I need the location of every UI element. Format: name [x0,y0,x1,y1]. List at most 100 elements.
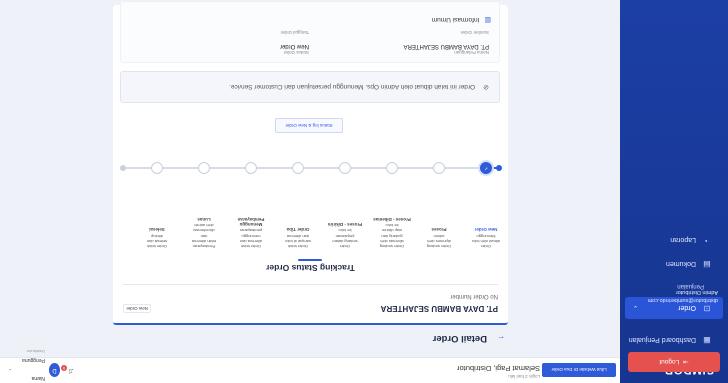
track-line [126,167,486,169]
tracking-step-desc: dibuat oleh toko [471,238,501,244]
last-login: Login 3 hari lalu [508,374,540,379]
tracking-step-desc: perjalanan [335,233,355,239]
tracking-step-desc: Order [339,244,351,249]
tracking-step-desc: ke toko [385,223,399,229]
track-end-dot [120,165,126,171]
status-badge: New Order [123,304,151,313]
sidebar-item-label: Dokumen [666,260,696,268]
tracking-step-desc: dikemas oleh [380,238,404,244]
tracking-step-desc: sedang dalam [332,238,358,244]
tracking-step-desc: pembayaran [239,228,263,234]
step-node [433,162,445,174]
logout-button[interactable]: ⇥ Logout [628,352,720,372]
tracking-step-name: Order Tiba [286,227,310,233]
logout-icon: ⇥ [683,358,689,365]
order-notice: ⊘ Order ini telah dibuat oleh Admin Ops.… [120,71,500,103]
step-node [198,162,210,174]
profile-name: Nama Pengguna [22,357,45,382]
tracking-stepper: Order dibuat oleh toko Menunggu New Order ✓ O… [120,143,502,253]
tracking-step-desc: dikonfirmasi [193,228,215,234]
tracking-step-name: Proses - Dikirim [327,222,363,228]
chevron-down-icon: ⌄ [633,304,639,311]
tracking-step-label: Order telah sampai di toko dan diterima Ord… [275,227,321,249]
tracking-step-desc: gudang dan [381,233,403,239]
tracking-step-desc: Order telah [288,244,309,249]
tracking-step-label: Order sedang dalam perjalanan ke toko Proses… [322,222,368,249]
tracking-step-desc: Order [480,244,492,249]
sidebar-item-dokumen[interactable]: ▤ Dokumen [625,253,723,275]
tracking-step-desc: dan diterima [287,233,310,239]
info-field: Sumber Order [460,30,489,35]
tracking-step-desc: dan [200,233,208,239]
tracking-step-name: Menunggu Pembayaran [237,216,265,228]
step-node [292,162,304,174]
tracking-step-label: Pembayaran telah diterima dan dikonfirmasi o… [181,217,227,249]
tracking-step-desc: oleh admin [194,223,214,229]
avatar: D [48,363,60,377]
profile-menu[interactable]: D Nama Pengguna Distributor ⌄ [8,350,60,382]
greeting: Login 3 hari lalu Selamat Pagi, Distribu… [457,364,540,379]
file-icon: ▥ [484,16,491,23]
document-icon: ▤ [703,260,711,269]
check-icon: ✓ [480,162,492,174]
info-icon: ⊘ [483,83,489,90]
tracking-step-desc: diterima dan [240,238,263,244]
sidebar-item-laporan[interactable]: ◔ Laporan [625,229,723,251]
divider [123,284,498,285]
order-number: No Order Number [450,293,498,299]
tracking-step-desc: Order telah [241,244,262,249]
chevron-down-icon: ⌄ [8,367,13,373]
bell-icon: ♫ [68,367,74,376]
info-field: Status Order New Order [279,43,309,55]
track-start-dot [496,165,502,171]
notification-badge: 0 [61,365,67,371]
tracking-step-desc: admin [433,233,445,239]
tracking-step-desc: ditutup [151,233,164,239]
general-info-panel: ▥ Informasi Umum Nama Pelanggan PT. DAYA… [120,1,500,63]
step-node [245,162,257,174]
back-arrow-icon[interactable]: ← [495,335,505,344]
tracking-step-desc: Pembayaran [192,244,216,249]
dashboard-icon: ▦ [703,336,711,345]
tracking-step-desc: Order telah [147,244,168,249]
notification-button[interactable]: ♫ 0 [61,364,74,376]
tracking-step-desc: telah diterima [192,238,217,244]
tracking-step-label: Order sedang dikemas oleh gudang dan siap d… [369,217,415,249]
user-info: distributor@sumberindo.com Admin Distrib… [624,288,724,304]
tracking-step-desc: Order sedang [426,244,452,249]
user-role: Admin Distributor [675,289,718,295]
tracking-step-desc: sampai di toko [285,238,311,244]
tracking-step-label: Order dibuat oleh toko Menunggu New Order [463,227,509,249]
cart-icon: ⊡ [703,304,711,313]
tracking-step-name: New Order [474,227,498,233]
tracking-step-desc: Order sedang [379,244,405,249]
website-link-button[interactable]: Lihat Website DI Dua Order [542,363,616,377]
step-node [386,162,398,174]
tracking-step-name: Selesai [149,227,165,233]
tracking-step-desc: ke toko [338,228,352,234]
topbar: Lihat Website DI Dua Order Login 3 hari … [0,350,620,383]
tracking-step-label: Order sedang diproses oleh admin Proses [416,227,462,249]
order-summary: PT. DAYA BAMBU SEJAHTERA No Order Number… [123,293,498,313]
page-title: Detail Order [432,333,487,345]
sidebar: SIMDOR ▦ Dashboard Penjualan ⊡ Order ⌄ P… [620,0,728,383]
page-header: ← Detail Order [433,329,505,349]
tracking-step-label: Order telah selesai dan ditutup Selesai [134,227,180,249]
tracking-step-name: Proses [431,227,447,233]
greeting-text: Selamat Pagi, Distributor [457,364,540,373]
tracking-step-desc: siap dikirim [382,228,403,234]
user-email: distributor@sumberindo.com [647,297,718,303]
info-field: Nama Pelanggan PT. DAYA BAMBU SEJAHTERA [403,43,489,55]
tracking-step-name: Proses - Dikemas [373,216,411,222]
tracking-step-label: Order telah diterima dan menunggu pembayara… [228,217,274,249]
tracking-step-name: Lunas [197,216,211,222]
sidebar-item-dashboard[interactable]: ▦ Dashboard Penjualan [625,329,723,351]
main-content: ← Detail Order PT. DAYA BAMBU SEJAHTERA … [0,0,620,357]
step-node [339,162,351,174]
order-card: PT. DAYA BAMBU SEJAHTERA No Order Number… [113,1,508,325]
tracking-step-desc: menunggu [241,233,261,239]
sidebar-item-label: Dashboard Penjualan [628,336,696,344]
report-icon: ◔ [704,236,710,245]
shop-name: PT. DAYA BAMBU SEJAHTERA [380,304,498,313]
status-log-button[interactable]: Status log & New Order [275,118,343,133]
